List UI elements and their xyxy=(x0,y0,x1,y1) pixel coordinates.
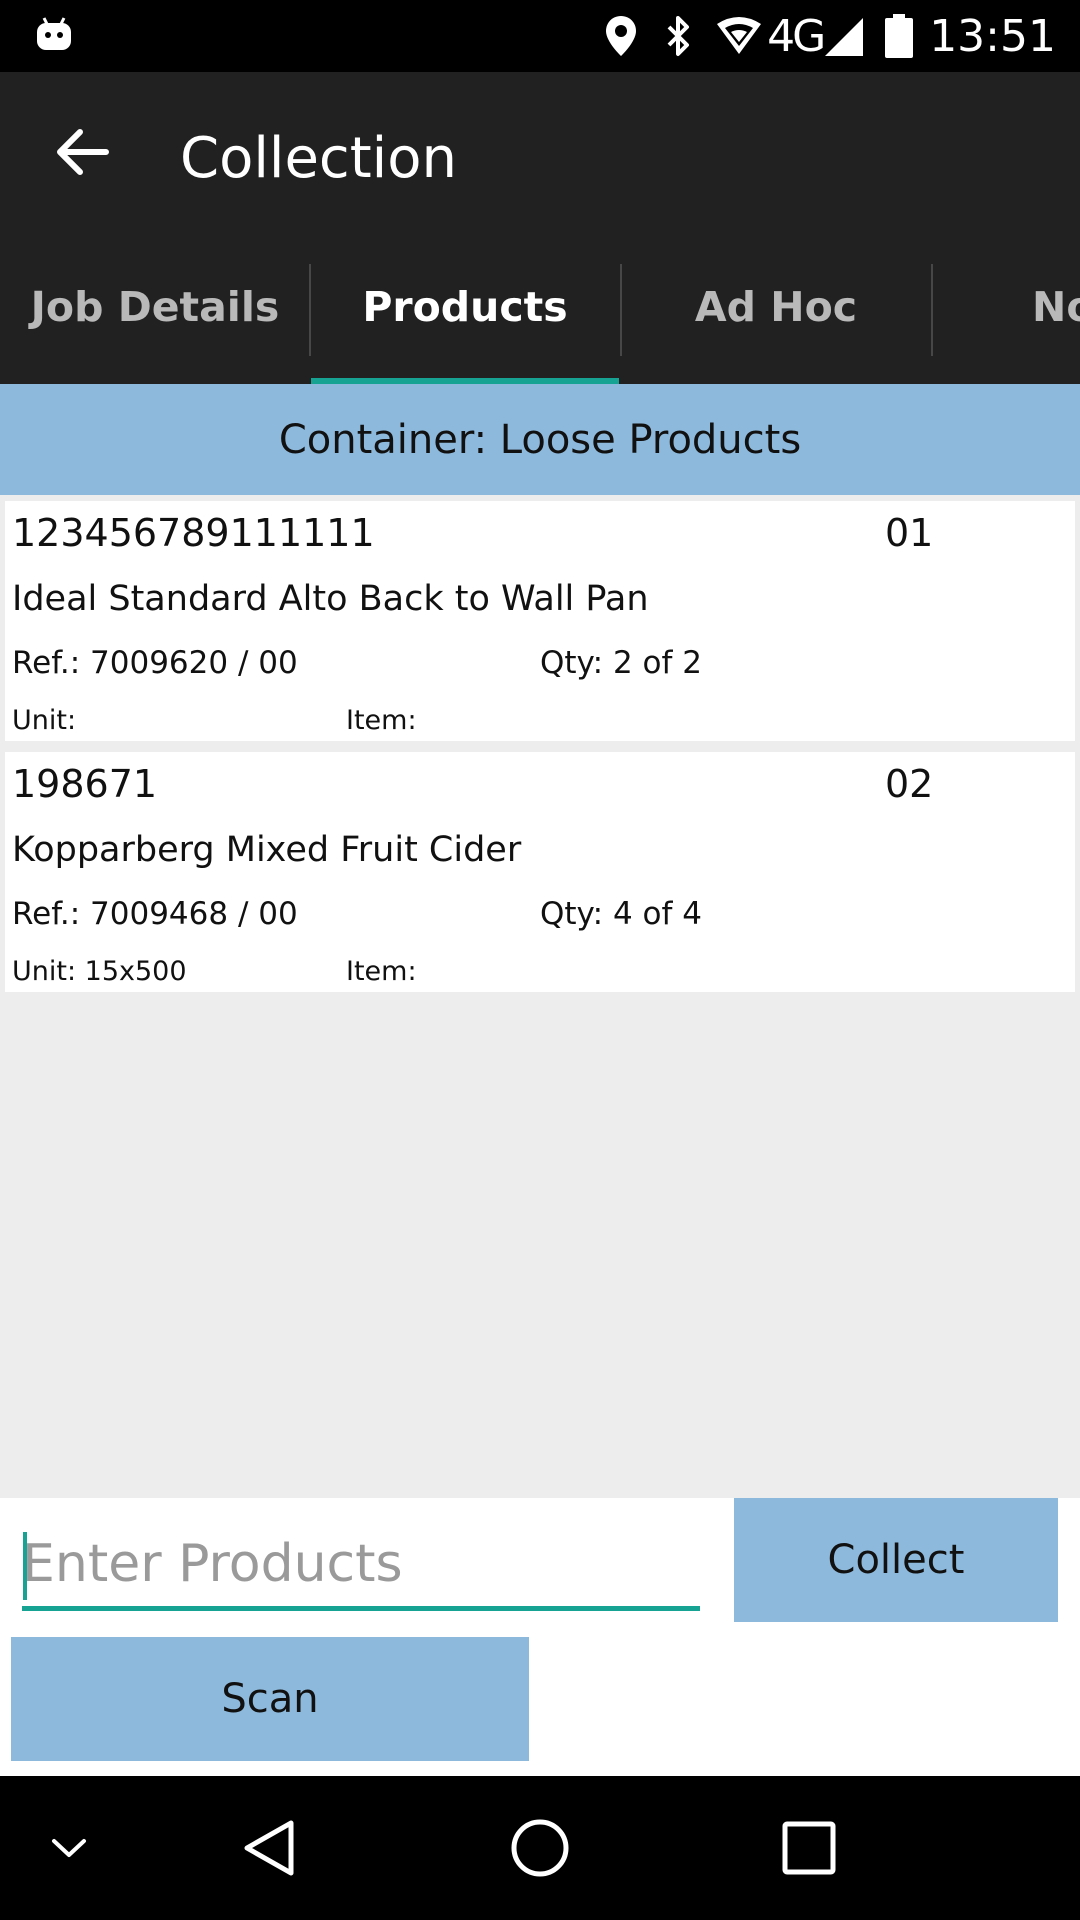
product-ref: Ref.: 7009620 / 00 xyxy=(12,645,298,681)
product-ref: Ref.: 7009468 / 00 xyxy=(12,896,298,932)
product-qty: Qty: 4 of 4 xyxy=(540,896,702,932)
tab-bar: Job Details Products Ad Hoc No xyxy=(0,230,1080,384)
page-title: Collection xyxy=(180,126,457,191)
product-line-number: 02 xyxy=(885,762,934,806)
container-title: Container: Loose Products xyxy=(278,416,802,463)
product-code: 123456789111111 xyxy=(12,511,375,555)
entry-panel: Collect Scan xyxy=(0,1498,1080,1776)
location-icon xyxy=(606,16,637,56)
tab-products[interactable]: Products xyxy=(310,230,620,384)
recents-square-icon[interactable] xyxy=(764,1803,854,1893)
product-item: Item: xyxy=(346,705,417,736)
product-qty: Qty: 2 of 2 xyxy=(540,645,702,681)
product-unit: Unit: xyxy=(12,705,77,736)
product-unit: Unit: 15x500 xyxy=(12,956,187,987)
enter-products-input[interactable] xyxy=(22,1522,700,1611)
product-name: Kopparberg Mixed Fruit Cider xyxy=(12,830,522,870)
signal-icon xyxy=(825,18,864,56)
tab-job-details[interactable]: Job Details xyxy=(0,230,310,384)
back-triangle-icon[interactable] xyxy=(225,1803,315,1893)
status-bar: 4G 13:51 xyxy=(0,0,1080,72)
product-card[interactable]: 198671 02 Kopparberg Mixed Fruit Cider R… xyxy=(5,752,1075,992)
network-type: 4G xyxy=(767,10,826,62)
navigation-bar xyxy=(0,1776,1080,1920)
collect-button[interactable]: Collect xyxy=(734,1498,1058,1622)
home-circle-icon[interactable] xyxy=(495,1803,585,1893)
battery-icon xyxy=(885,14,914,58)
scan-button[interactable]: Scan xyxy=(11,1637,529,1761)
product-code: 198671 xyxy=(12,762,158,806)
container-header: Container: Loose Products xyxy=(0,384,1080,495)
product-name: Ideal Standard Alto Back to Wall Pan xyxy=(12,579,649,619)
text-cursor xyxy=(23,1532,27,1600)
app-bar: Collection xyxy=(0,72,1080,230)
status-time: 13:51 xyxy=(929,10,1056,62)
tab-ad-hoc[interactable]: Ad Hoc xyxy=(621,230,931,384)
product-card[interactable]: 123456789111111 01 Ideal Standard Alto B… xyxy=(5,501,1075,741)
product-item: Item: xyxy=(346,956,417,987)
tab-notes[interactable]: No xyxy=(1032,230,1080,384)
arrow-back-icon[interactable] xyxy=(46,114,122,190)
wifi-icon xyxy=(717,17,762,54)
product-line-number: 01 xyxy=(885,511,934,555)
tab-divider xyxy=(931,264,933,356)
bluetooth-icon xyxy=(667,16,690,56)
android-robot-icon xyxy=(37,17,71,50)
chevron-down-icon[interactable] xyxy=(24,1803,114,1893)
